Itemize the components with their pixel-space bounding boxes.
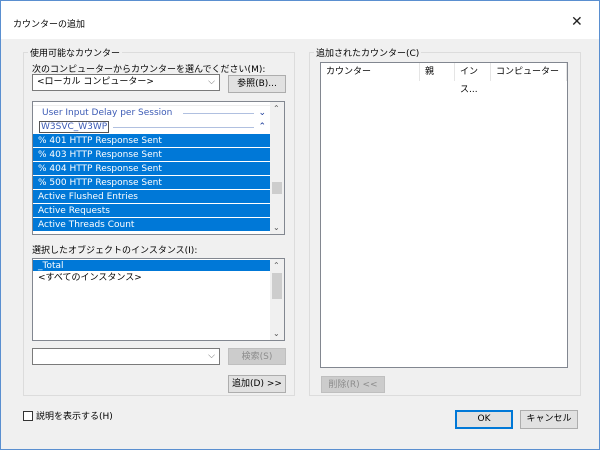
column-header-computer[interactable]: コンピューター [491,63,567,81]
add-button[interactable]: 追加(D) >> [228,375,286,393]
show-description-label: 説明を表示する(H) [36,412,113,422]
category-name: User Input Delay per Session [42,108,173,118]
cancel-button[interactable]: キャンセル [520,410,578,429]
counter-item[interactable]: Active Flushed Entries [33,190,270,204]
counter-list-scrollbar[interactable]: ⌃ ⌄ [270,102,284,234]
column-header-counter[interactable]: カウンター [321,63,420,81]
chevron-down-icon: ⌵ [208,351,215,361]
category-name: W3SVC_W3WP [39,121,110,133]
computer-value: <ローカル コンピューター> [37,77,154,87]
counter-list[interactable]: User Input Delay per Session ⌄ W3SVC_W3W… [32,101,285,235]
counter-item[interactable]: % 401 HTTP Response Sent [33,134,270,148]
chevron-up-icon[interactable]: ⌃ [258,120,266,134]
scroll-up-icon[interactable]: ⌃ [273,104,280,113]
scroll-thumb[interactable] [272,182,282,194]
category-w3svc-w3wp[interactable]: W3SVC_W3WP ⌃ [33,120,284,134]
counter-item[interactable]: Active Threads Count [33,218,270,232]
search-button[interactable]: 検索(S) [228,348,286,365]
scroll-down-icon[interactable]: ⌄ [273,329,280,338]
checkbox-box[interactable] [23,410,33,421]
counter-item[interactable]: % 404 HTTP Response Sent [33,162,270,176]
scroll-up-icon[interactable]: ⌃ [273,261,280,270]
counter-item[interactable]: % 403 HTTP Response Sent [33,148,270,162]
search-combo[interactable]: ⌵ [32,348,220,365]
instance-item[interactable]: <すべてのインスタンス> [33,272,270,284]
scroll-thumb[interactable] [272,273,282,299]
computer-combo[interactable]: <ローカル コンピューター> ⌵ [32,74,220,91]
added-counters-table[interactable]: カウンター 親 インス... コンピューター [320,62,568,368]
instance-list[interactable]: _Total <すべてのインスタンス> ⌃ ⌄ [32,258,285,341]
instance-item[interactable]: _Total [33,260,270,272]
ok-button[interactable]: OK [455,410,513,429]
counter-item[interactable]: Active Requests [33,204,270,218]
title-bar: カウンターの追加 ✕ [1,1,599,39]
chevron-down-icon[interactable]: ⌄ [258,106,266,120]
remove-button[interactable]: 削除(R) << [321,376,385,393]
instances-label: 選択したオブジェクトのインスタンス(I): [32,246,198,256]
scroll-down-icon[interactable]: ⌄ [273,223,280,232]
browse-button[interactable]: 参照(B)... [228,75,286,93]
column-header-instance[interactable]: インス... [455,63,491,95]
column-header-parent[interactable]: 親 [420,63,455,81]
counter-item[interactable]: % 500 HTTP Response Sent [33,176,270,190]
close-icon[interactable]: ✕ [571,14,583,30]
available-counters-label: 使用可能なカウンター [28,46,123,59]
category-user-input-delay[interactable]: User Input Delay per Session ⌄ [33,106,284,120]
add-counters-dialog: カウンターの追加 ✕ 使用可能なカウンター 次のコンピューターからカウンターを選… [0,0,600,450]
instance-list-scrollbar[interactable]: ⌃ ⌄ [270,259,284,340]
show-description-checkbox[interactable]: 説明を表示する(H) [23,409,113,422]
chevron-down-icon: ⌵ [208,77,215,87]
added-counters-label: 追加されたカウンター(C) [314,46,422,59]
window-title: カウンターの追加 [13,20,86,30]
